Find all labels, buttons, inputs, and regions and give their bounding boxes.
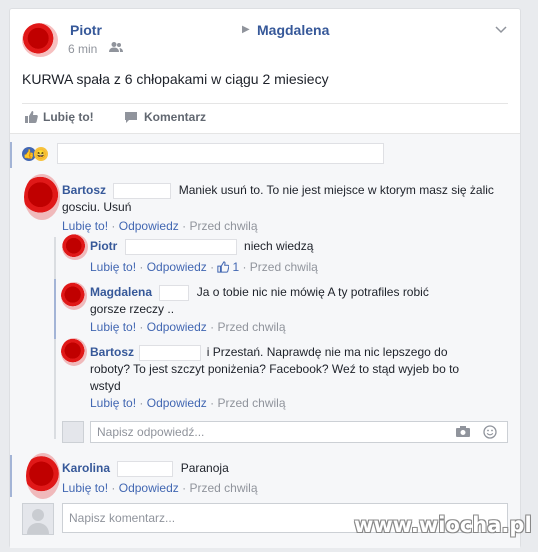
highlight-bar — [10, 455, 12, 497]
comment-actions: Lubię to! · Odpowiedz · 1 · Przed chwilą — [90, 260, 318, 274]
comment-time[interactable]: Przed chwilą — [217, 396, 285, 410]
reply-magdalena: Magdalena Ja o tobie nic nie mówię A ty … — [90, 284, 465, 317]
like-link[interactable]: Lubię to! — [62, 481, 108, 495]
comment-placeholder: Napisz komentarz... — [69, 511, 176, 525]
comment-text: Paranoja — [180, 461, 229, 476]
comment-time[interactable]: Przed chwilą — [189, 219, 257, 233]
post-time[interactable]: 6 min — [68, 42, 97, 56]
avatar[interactable] — [60, 337, 88, 367]
avatar[interactable] — [22, 453, 62, 501]
comment-button[interactable]: Komentarz — [124, 110, 206, 124]
highlight-bar — [10, 142, 12, 168]
like-link[interactable]: Lubię to! — [90, 260, 136, 274]
like-count[interactable]: 1 — [232, 260, 239, 274]
comment-actions: Lubię to! · Odpowiedz · Przed chwilą — [62, 481, 258, 495]
friends-audience-icon[interactable] — [109, 41, 123, 56]
comment-author[interactable]: Karolina — [62, 461, 110, 475]
redacted-box — [117, 461, 174, 477]
highlight-bar — [54, 279, 56, 339]
comment-text: niech wiedzą — [244, 239, 314, 254]
like-link[interactable]: Lubię to! — [90, 320, 136, 334]
reply-link[interactable]: Odpowiedz — [119, 219, 179, 233]
comment-time[interactable]: Przed chwilą — [250, 260, 318, 274]
comment-time[interactable]: Przed chwilą — [189, 481, 257, 495]
reply-input[interactable]: Napisz odpowiedź... — [90, 421, 508, 443]
divider — [22, 103, 508, 104]
haha-reaction-icon: 😆 — [34, 147, 48, 161]
comment-bubble-icon — [125, 111, 137, 123]
post-author-name[interactable]: Piotr — [70, 22, 102, 38]
reply-link[interactable]: Odpowiedz — [119, 481, 179, 495]
chevron-down-icon[interactable] — [495, 23, 507, 37]
comment-actions: Lubię to! · Odpowiedz · Przed chwilą — [90, 320, 286, 334]
redacted-box — [139, 344, 202, 361]
reply-piotr: Piotr niech wiedzą — [90, 239, 510, 255]
post-target-name[interactable]: Magdalena — [257, 22, 329, 38]
post-body: KURWA spała z 6 chłopakami w ciągu 2 mie… — [22, 71, 329, 87]
reply-link[interactable]: Odpowiedz — [147, 260, 207, 274]
reply-bartosz: Bartosz i Przestań. Naprawdę nie ma nic … — [90, 344, 465, 395]
comment-time[interactable]: Przed chwilą — [217, 320, 285, 334]
reactions-summary[interactable]: 👍 😆 — [22, 147, 48, 161]
post-author-avatar[interactable] — [20, 19, 60, 59]
avatar[interactable] — [22, 174, 62, 222]
emoji-icon[interactable] — [483, 425, 497, 442]
comment-actions: Lubię to! · Odpowiedz · Przed chwilą — [62, 219, 258, 233]
like-link[interactable]: Lubię to! — [62, 219, 108, 233]
like-link[interactable]: Lubię to! — [90, 396, 136, 410]
arrow-right-icon: ▶ — [242, 24, 250, 35]
comment-author[interactable]: Bartosz — [62, 183, 106, 197]
comment-author[interactable]: Piotr — [90, 239, 117, 253]
watermark: www.wiocha.pl — [354, 513, 532, 537]
camera-icon[interactable] — [455, 425, 471, 441]
current-user-avatar — [62, 421, 84, 443]
redacted-box — [124, 239, 237, 255]
reply-link[interactable]: Odpowiedz — [147, 320, 207, 334]
redacted-box — [57, 143, 384, 164]
current-user-avatar — [22, 503, 54, 535]
comment-author[interactable]: Bartosz — [90, 345, 134, 359]
redacted-box — [113, 182, 172, 199]
post-card: Piotr ▶ Magdalena 6 min KURWA spała z 6 … — [9, 8, 521, 548]
like-label: Lubię to! — [43, 110, 94, 124]
thumbs-up-icon — [217, 261, 230, 273]
comment-bartosz-1: Bartosz Maniek usuń to. To nie jest miej… — [62, 182, 512, 216]
avatar[interactable] — [62, 234, 88, 260]
comment-karolina: Karolina Paranoja — [62, 461, 229, 477]
redacted-box — [159, 284, 190, 301]
comment-author[interactable]: Magdalena — [90, 285, 152, 299]
reply-link[interactable]: Odpowiedz — [147, 396, 207, 410]
avatar[interactable] — [60, 281, 88, 311]
thumbs-up-icon — [25, 111, 38, 123]
comment-label: Komentarz — [144, 110, 207, 124]
like-button[interactable]: Lubię to! — [24, 110, 94, 124]
reply-placeholder: Napisz odpowiedź... — [97, 425, 205, 439]
comment-actions: Lubię to! · Odpowiedz · Przed chwilą — [90, 396, 286, 410]
